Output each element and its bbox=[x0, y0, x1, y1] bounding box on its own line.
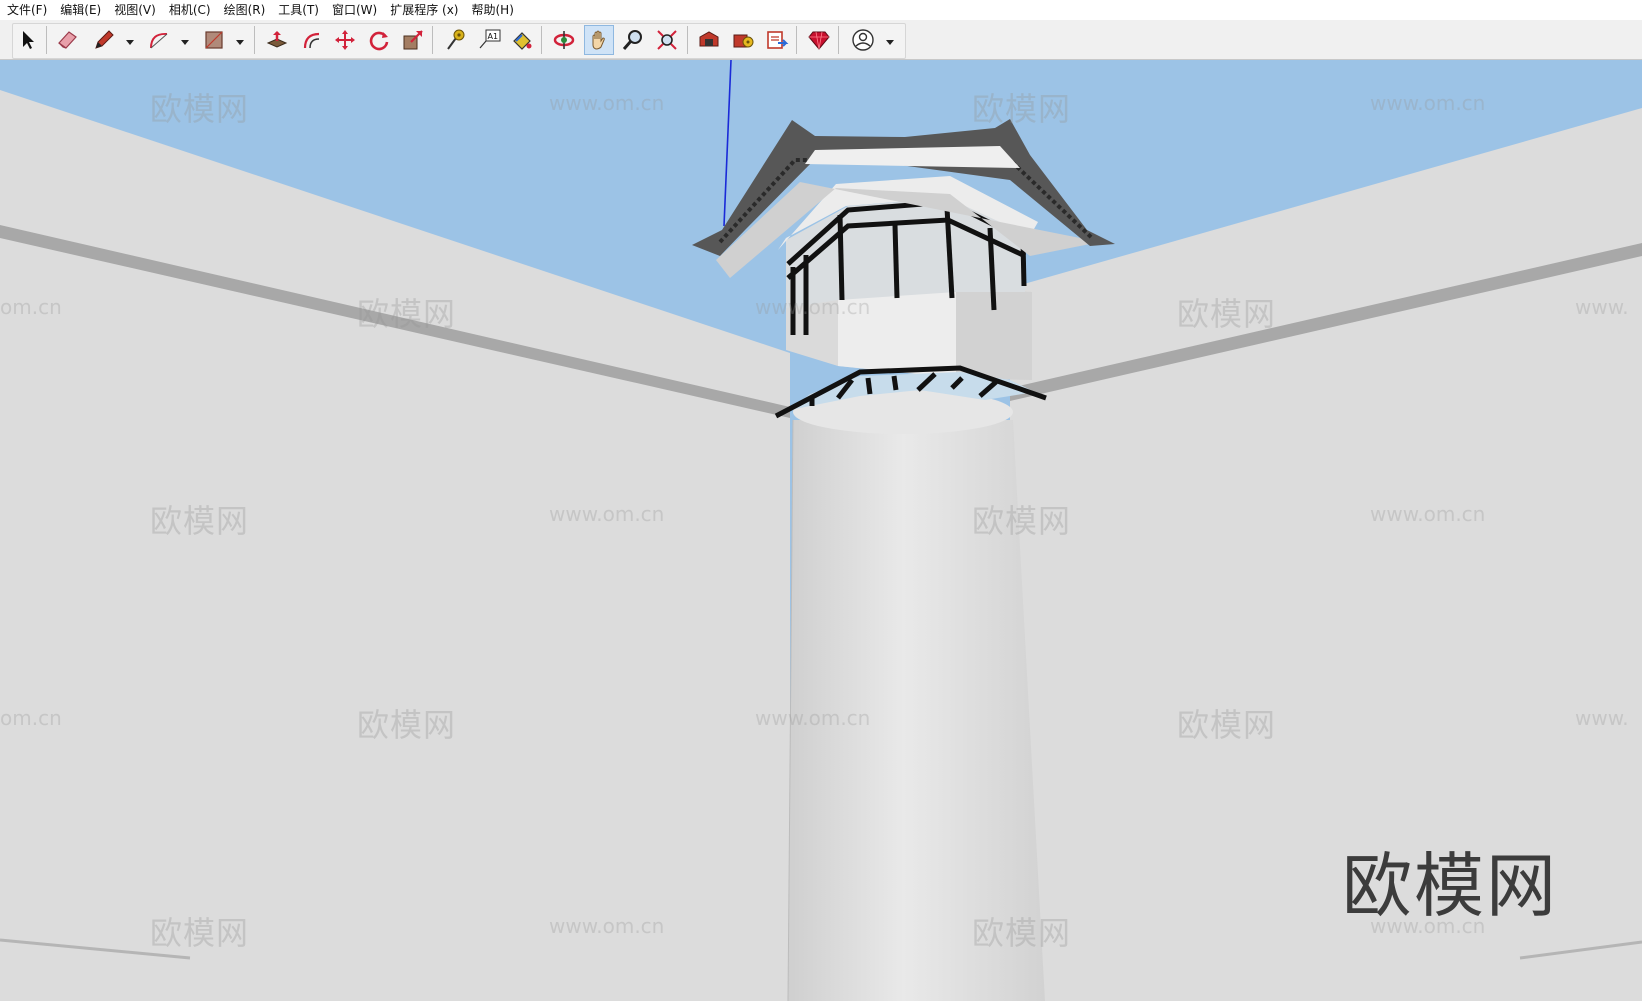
rectangle-icon bbox=[205, 31, 223, 49]
ruby-gem-icon bbox=[808, 31, 830, 50]
eraser-tool[interactable] bbox=[52, 25, 82, 55]
rotate-tool[interactable] bbox=[364, 25, 394, 55]
ruby-console-button[interactable] bbox=[804, 25, 834, 55]
menu-draw[interactable]: 绘图(R) bbox=[217, 0, 272, 20]
paint-bucket-tool[interactable] bbox=[507, 25, 537, 55]
orbit-tool[interactable] bbox=[549, 25, 579, 55]
rectangle-tool[interactable] bbox=[199, 25, 229, 55]
scale-tool[interactable] bbox=[398, 25, 428, 55]
move-icon bbox=[335, 30, 355, 50]
eraser-icon bbox=[58, 31, 77, 49]
send-to-layout-button[interactable] bbox=[762, 25, 792, 55]
toolbar-separator bbox=[254, 26, 255, 54]
watermark-url-partial-right: www. bbox=[1575, 706, 1629, 730]
menu-view[interactable]: 视图(V) bbox=[107, 0, 162, 20]
layout-icon bbox=[767, 31, 789, 49]
watermark-brand: 欧模网 bbox=[357, 295, 457, 333]
scale-icon bbox=[403, 30, 423, 50]
push-pull-icon bbox=[266, 31, 288, 48]
menu-window[interactable]: 窗口(W) bbox=[325, 0, 383, 20]
watermark-brand: 欧模网 bbox=[972, 914, 1072, 952]
arc-icon bbox=[150, 32, 168, 49]
extension-warehouse-button[interactable] bbox=[728, 25, 758, 55]
caret-down-icon bbox=[181, 40, 189, 45]
offset-icon bbox=[303, 32, 320, 49]
caret-down-icon bbox=[126, 40, 134, 45]
line-tool-dropdown-caret[interactable] bbox=[124, 33, 136, 45]
toolbar-separator bbox=[541, 26, 542, 54]
watermark-brand: 欧模网 bbox=[150, 90, 250, 128]
menu-bar: 文件(F) 编辑(E) 视图(V) 相机(C) 绘图(R) 工具(T) 窗口(W… bbox=[0, 0, 1642, 20]
menu-file[interactable]: 文件(F) bbox=[0, 0, 53, 20]
paint-bucket-icon bbox=[513, 32, 532, 50]
toolbar-separator bbox=[687, 26, 688, 54]
menu-camera[interactable]: 相机(C) bbox=[162, 0, 217, 20]
watermark-brand: 欧模网 bbox=[150, 914, 250, 952]
watermark-url-partial-right: www. bbox=[1575, 295, 1629, 319]
warehouse-icon bbox=[699, 31, 719, 47]
pan-tool[interactable] bbox=[584, 25, 614, 55]
watermark-url: www.om.cn bbox=[755, 706, 871, 730]
watermark-url: www.om.cn bbox=[549, 914, 665, 938]
watermark-brand: 欧模网 bbox=[972, 90, 1072, 128]
watermark-brand: 欧模网 bbox=[1177, 706, 1277, 744]
watermark-url: www.om.cn bbox=[549, 502, 665, 526]
text-label-icon: A1 bbox=[479, 29, 501, 49]
watermark-url: www.om.cn bbox=[755, 295, 871, 319]
watermark-url: www.om.cn bbox=[1370, 502, 1486, 526]
text-tool[interactable]: A1 bbox=[474, 25, 504, 55]
menu-tools[interactable]: 工具(T) bbox=[271, 0, 325, 20]
zoom-extents-icon bbox=[657, 30, 677, 50]
tape-measure-tool[interactable] bbox=[440, 25, 470, 55]
orbit-icon bbox=[553, 31, 575, 49]
hand-icon bbox=[592, 30, 605, 50]
model-viewport[interactable]: 欧模网 www.om.cn 欧模网 www.om.cn om.cn 欧模网 ww… bbox=[0, 60, 1642, 1001]
toolbar-separator bbox=[46, 26, 47, 54]
toolbar-separator bbox=[432, 26, 433, 54]
push-pull-tool[interactable] bbox=[262, 25, 292, 55]
watermark-large-brand: 欧模网 bbox=[1342, 845, 1558, 927]
extension-warehouse-icon bbox=[733, 34, 754, 48]
main-toolbar: A1 bbox=[0, 20, 1642, 60]
zoom-tool[interactable] bbox=[618, 25, 648, 55]
menu-help[interactable]: 帮助(H) bbox=[464, 0, 519, 20]
rotate-icon bbox=[369, 31, 389, 51]
line-tool[interactable] bbox=[89, 25, 119, 55]
tape-measure-icon bbox=[447, 29, 465, 50]
move-tool[interactable] bbox=[330, 25, 360, 55]
menu-extensions[interactable]: 扩展程序 (x) bbox=[383, 0, 464, 20]
magnifier-icon bbox=[622, 30, 642, 50]
caret-down-icon bbox=[236, 40, 244, 45]
offset-tool[interactable] bbox=[297, 25, 327, 55]
3d-warehouse-button[interactable] bbox=[694, 25, 724, 55]
watermark-url: www.om.cn bbox=[1370, 91, 1486, 115]
watermark-url-partial: om.cn bbox=[0, 295, 62, 319]
account-dropdown-caret[interactable] bbox=[884, 33, 896, 45]
select-arrow-icon bbox=[23, 31, 34, 49]
text-tool-glyph: A1 bbox=[488, 32, 499, 41]
toolbar-separator bbox=[838, 26, 839, 54]
toolbar-separator bbox=[796, 26, 797, 54]
caret-down-icon bbox=[886, 40, 894, 45]
arc-tool[interactable] bbox=[144, 25, 174, 55]
menu-edit[interactable]: 编辑(E) bbox=[53, 0, 107, 20]
user-profile-icon bbox=[852, 29, 874, 51]
zoom-extents-tool[interactable] bbox=[652, 25, 682, 55]
rectangle-tool-dropdown-caret[interactable] bbox=[234, 33, 246, 45]
watermark-brand: 欧模网 bbox=[150, 502, 250, 540]
select-tool[interactable] bbox=[13, 25, 43, 55]
watermark-url-partial: om.cn bbox=[0, 706, 62, 730]
watermark-brand: 欧模网 bbox=[357, 706, 457, 744]
arc-tool-dropdown-caret[interactable] bbox=[179, 33, 191, 45]
watermark-url: www.om.cn bbox=[549, 91, 665, 115]
pencil-icon bbox=[95, 30, 114, 49]
account-button[interactable] bbox=[848, 25, 878, 55]
watermark-brand: 欧模网 bbox=[1177, 295, 1277, 333]
watermark-brand: 欧模网 bbox=[972, 502, 1072, 540]
